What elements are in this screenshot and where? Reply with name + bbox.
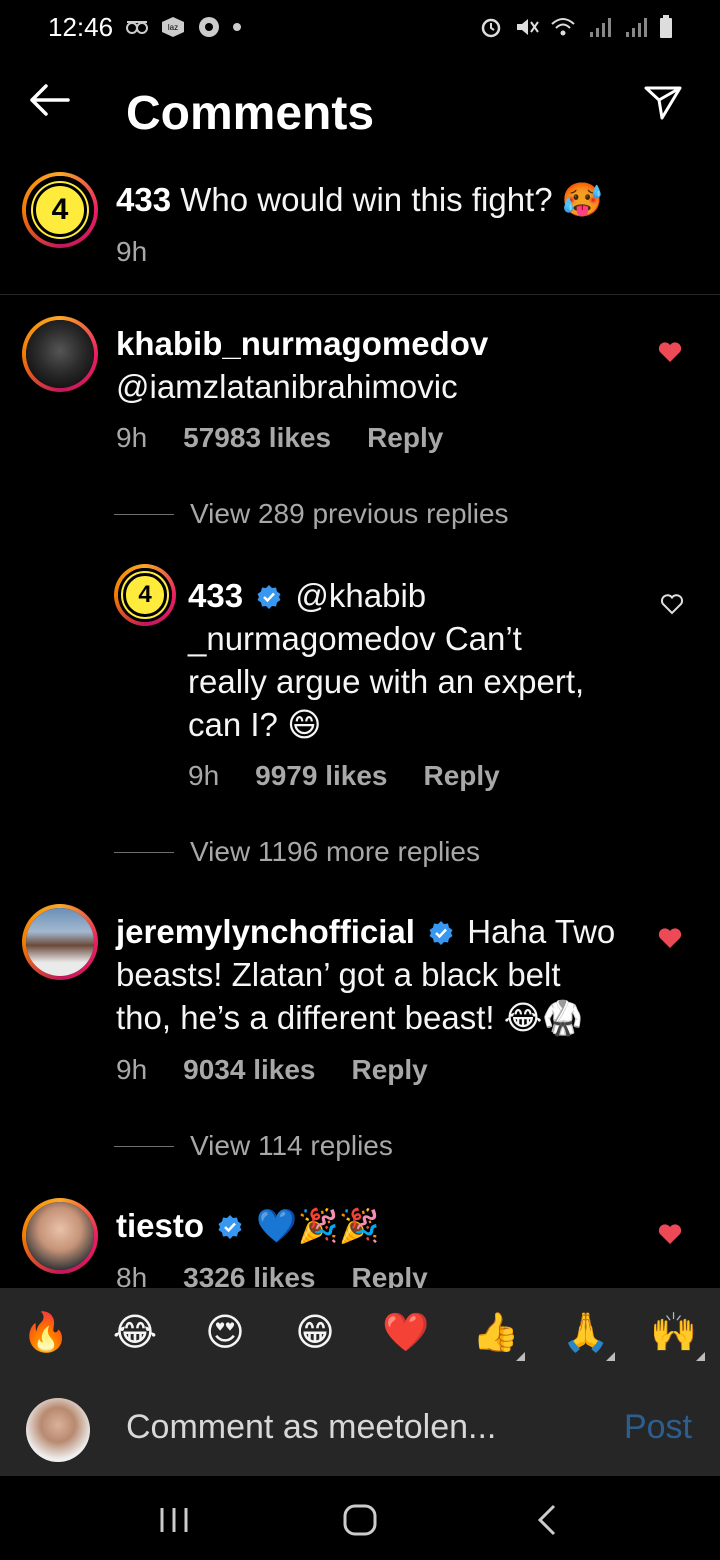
svg-text:laz: laz [168,23,178,32]
lazada-icon: laz [162,17,184,37]
caption-text: 433 Who would win this fight? 🥵 [116,178,603,221]
caption-meta: 9h [116,236,147,268]
heart-outline-icon[interactable] [658,590,686,618]
comment-text: khabib_nurmagomedov @iamzlatanibrahimovi… [116,322,488,408]
user-avatar [26,1398,90,1462]
home-icon[interactable] [340,1502,380,1538]
skin-tone-indicator [516,1352,525,1361]
mute-icon [517,19,539,35]
heart-emoji-button[interactable]: ❤️ [382,1310,429,1356]
alarm-icon [481,18,501,38]
emoji-quick-bar: 🔥 😂 😍 😁 ❤️ 👍 🙏 🙌 [0,1288,720,1378]
comment-line-1: Haha Two [467,913,616,950]
likes-count[interactable]: 9034 likes [183,1054,315,1086]
signal-icon [590,18,611,37]
reply-button[interactable]: Reply [352,1054,428,1086]
back-arrow-icon[interactable] [26,80,72,120]
avatar[interactable] [22,316,98,392]
grin-emoji-button[interactable]: 😁 [292,1310,338,1356]
comment-input-bar: Post [0,1378,720,1476]
comment-username[interactable]: tiesto [116,1207,204,1244]
comment-username[interactable]: khabib_nurmagomedov [116,322,488,365]
signal-2-icon [626,18,647,37]
status-bar: 12:46 laz [0,0,720,58]
divider [0,294,720,295]
comment-meta: 9h 57983 likes Reply [116,422,443,454]
fire-emoji-button[interactable]: 🔥 [22,1310,69,1356]
verified-badge-icon [218,1215,242,1239]
view-more-replies[interactable]: View 1196 more replies [114,836,480,868]
laugh-emoji-button[interactable]: 😂 [112,1310,158,1356]
wifi-icon [551,18,575,36]
comment-line-3: tho, he’s a different beast! [116,999,495,1036]
view-previous-replies[interactable]: View 289 previous replies [114,498,509,530]
reply-emoji: 😄 [287,706,322,743]
caption-avatar[interactable]: 4 [22,172,98,248]
comment-line-2: beasts! Zlatan’ got a black belt [116,956,561,993]
reply-text: 433 @khabib _nurmagomedov Can’t really a… [188,574,584,746]
reply-button[interactable]: Reply [367,422,443,454]
reply-meta: 9h 9979 likes Reply [188,760,500,792]
system-nav-bar [0,1476,720,1560]
pray-emoji-button[interactable]: 🙏 [562,1310,609,1356]
system-icons [478,14,674,40]
tripadvisor-icon [126,21,148,34]
status-time: 12:46 [48,12,114,42]
reply-line-3: really argue with an expert, [188,663,585,700]
reply-avatar[interactable]: 4 [114,564,176,626]
raised-hands-emoji-button[interactable]: 🙌 [650,1310,697,1356]
comment-mention[interactable]: @iamzlatanibrahimovic [116,365,488,408]
thumbs-up-emoji-button[interactable]: 👍 [472,1310,519,1356]
battery-icon [660,15,672,38]
reply-time: 9h [188,760,220,791]
recent-apps-icon[interactable] [154,1502,194,1538]
likes-count[interactable]: 9979 likes [255,760,387,792]
comment-emoji: 💙🎉🎉 [256,1207,380,1244]
comment-meta: 9h 9034 likes Reply [116,1054,428,1086]
comment-emoji: 😂🥋 [503,999,584,1036]
caption-body: Who would win this fight? [180,181,553,218]
dot-icon [233,23,241,31]
comment-time: 9h [116,422,148,453]
comment-time: 9h [116,1054,148,1085]
reply-username[interactable]: 433 [188,577,243,614]
comment-text: tiesto 💙🎉🎉 [116,1204,380,1247]
avatar[interactable] [22,1198,98,1274]
avatar[interactable] [22,904,98,980]
app-circle-icon [199,17,219,37]
header: Comments [0,60,720,170]
skin-tone-indicator [696,1352,705,1361]
verified-badge-icon [257,585,281,609]
back-icon[interactable] [528,1502,568,1538]
comment-input[interactable] [126,1404,566,1450]
reply-line-4: can I? [188,706,278,743]
notification-icons: laz [124,14,242,40]
page-title: Comments [126,87,375,140]
caption-username[interactable]: 433 [116,181,171,218]
reply-line-2: _nurmagomedov Can’t [188,620,522,657]
direct-send-icon[interactable] [642,82,684,122]
verified-badge-icon [429,921,453,945]
reply-mention[interactable]: @khabib [295,577,426,614]
skin-tone-indicator [606,1352,615,1361]
likes-count[interactable]: 57983 likes [183,422,331,454]
heart-filled-icon[interactable] [656,1220,684,1248]
heart-eyes-emoji-button[interactable]: 😍 [202,1310,248,1356]
reply-button[interactable]: Reply [424,760,500,792]
heart-filled-icon[interactable] [656,924,684,952]
heart-filled-icon[interactable] [656,338,684,366]
view-replies[interactable]: View 114 replies [114,1130,393,1162]
comment-text: jeremylynchofficial Haha Two beasts! Zla… [116,910,615,1039]
comment-username[interactable]: jeremylynchofficial [116,913,415,950]
post-button[interactable]: Post [624,1408,692,1447]
caption-time: 9h [116,236,148,267]
caption-emoji: 🥵 [561,181,603,218]
